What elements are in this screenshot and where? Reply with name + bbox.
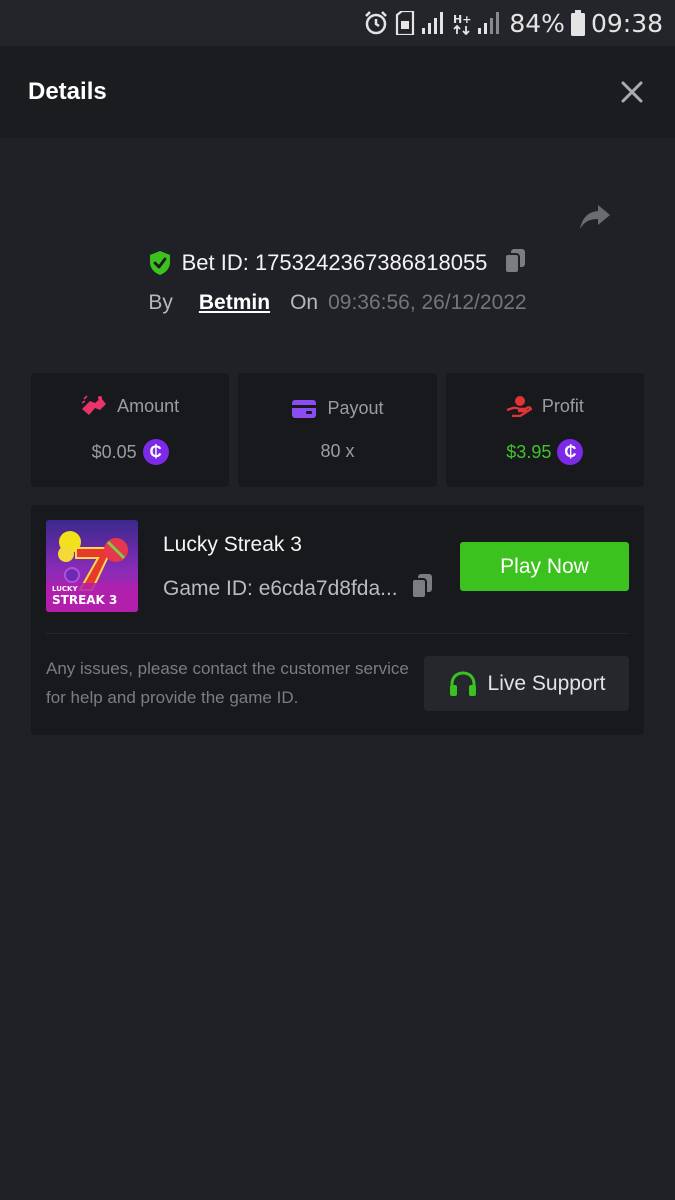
alarm-icon bbox=[363, 9, 389, 37]
game-name: Lucky Streak 3 bbox=[163, 533, 302, 556]
sim-icon bbox=[395, 9, 415, 37]
coin-icon: ₵ bbox=[557, 439, 584, 465]
battery-icon bbox=[570, 9, 585, 37]
live-support-button[interactable]: Live Support bbox=[424, 656, 629, 711]
thumb-title-line1: LUCKY bbox=[52, 585, 78, 593]
header: Details bbox=[0, 46, 675, 138]
bet-id-row: Bet ID: 1753242367386818055 bbox=[0, 246, 675, 280]
close-button[interactable] bbox=[617, 77, 647, 107]
headset-icon bbox=[449, 670, 476, 696]
stat-amount-label: Amount bbox=[117, 395, 180, 416]
signal-icon bbox=[477, 9, 503, 37]
stat-payout-label: Payout bbox=[327, 398, 384, 418]
thumb-title-line2: STREAK 3 bbox=[52, 593, 117, 607]
svg-text:H+: H+ bbox=[453, 13, 471, 26]
stat-profit: Profit $3.95 ₵ bbox=[445, 373, 644, 487]
bet-stats: Amount $0.05 ₵ Payout 80 x Profit $3.95 … bbox=[31, 373, 644, 487]
bet-id: Bet ID: 1753242367386818055 bbox=[181, 250, 488, 275]
share-button[interactable] bbox=[578, 200, 612, 234]
wallet-icon bbox=[292, 399, 317, 418]
stat-amount: Amount $0.05 ₵ bbox=[31, 373, 230, 487]
game-card: LUCKY STREAK 3 Lucky Streak 3 Game ID: e… bbox=[31, 505, 644, 735]
live-support-label: Live Support bbox=[487, 671, 606, 695]
battery-percent: 84% bbox=[509, 8, 565, 38]
copy-icon bbox=[410, 574, 432, 599]
divider bbox=[46, 633, 629, 634]
stat-profit-label: Profit bbox=[541, 395, 584, 416]
game-id-row: Game ID: e6cda7d8fda... bbox=[163, 573, 434, 605]
help-text: Any issues, please contact the customer … bbox=[46, 659, 409, 707]
hplus-icon: H+ bbox=[453, 9, 471, 37]
game-id: Game ID: e6cda7d8fda... bbox=[163, 577, 398, 600]
page-title: Details bbox=[28, 78, 107, 105]
game-thumbnail[interactable]: LUCKY STREAK 3 bbox=[46, 520, 138, 612]
copy-bet-id-button[interactable] bbox=[503, 248, 527, 279]
stat-profit-value: $3.95 bbox=[506, 441, 552, 462]
share-icon bbox=[580, 205, 610, 229]
close-icon bbox=[621, 81, 643, 103]
stat-payout-value: 80 x bbox=[320, 441, 355, 461]
stat-amount-value: $0.05 bbox=[91, 441, 137, 462]
profit-icon bbox=[506, 396, 532, 417]
copy-game-id-button[interactable] bbox=[410, 573, 434, 605]
amount-icon bbox=[81, 395, 107, 415]
status-bar: H+ 84% 09:38 bbox=[0, 0, 675, 46]
username-link[interactable]: Betmin bbox=[199, 291, 270, 315]
stat-payout: Payout 80 x bbox=[238, 373, 437, 487]
verified-shield-icon bbox=[149, 251, 170, 275]
bet-meta-row: By Betmin On 09:36:56, 26/12/2022 bbox=[0, 288, 675, 318]
coin-icon: ₵ bbox=[142, 439, 169, 465]
bet-datetime: 09:36:56, 26/12/2022 bbox=[328, 291, 527, 314]
signal-icon bbox=[421, 9, 447, 37]
on-label: On bbox=[290, 291, 319, 314]
copy-icon bbox=[504, 248, 526, 274]
clock: 09:38 bbox=[590, 8, 663, 38]
play-now-button[interactable]: Play Now bbox=[460, 542, 629, 591]
by-label: By bbox=[148, 291, 173, 314]
